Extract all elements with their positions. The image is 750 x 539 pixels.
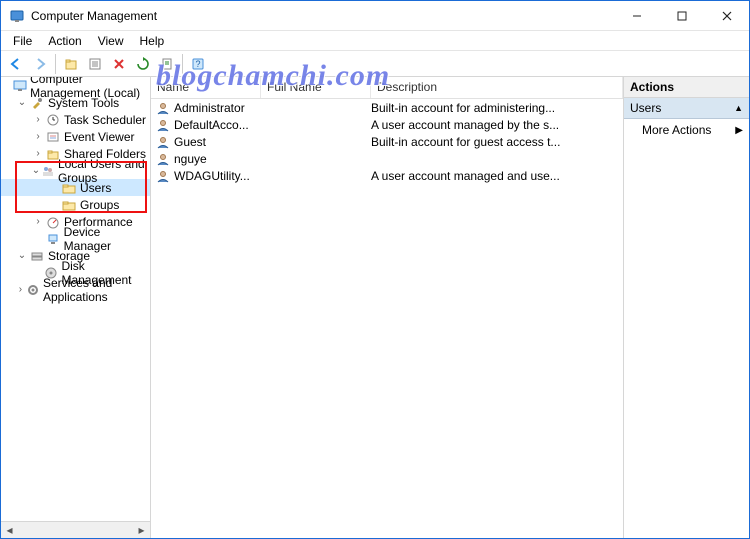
forward-button[interactable]	[29, 53, 51, 75]
user-name: WDAGUtility...	[174, 169, 250, 183]
menu-view[interactable]: View	[90, 32, 132, 50]
minimize-button[interactable]	[614, 1, 659, 31]
window-title: Computer Management	[31, 9, 614, 23]
device-icon	[45, 231, 61, 247]
app-icon	[9, 8, 25, 24]
user-description: Built-in account for administering...	[371, 101, 623, 115]
scroll-right-button[interactable]: ▸	[133, 523, 150, 538]
user-icon	[155, 134, 171, 150]
users-groups-icon	[41, 163, 55, 179]
up-button[interactable]	[60, 53, 82, 75]
storage-icon	[29, 248, 45, 264]
event-icon	[45, 129, 61, 145]
column-name[interactable]: Name	[151, 77, 261, 98]
actions-pane: Actions Users ▲ More Actions ▶	[624, 77, 749, 538]
folder-icon	[61, 197, 77, 213]
user-name: nguye	[174, 152, 207, 166]
user-name: Administrator	[174, 101, 245, 115]
tree-local-users-groups[interactable]: ⌄ Local Users and Groups	[1, 162, 150, 179]
help-button[interactable]: ?	[187, 53, 209, 75]
tree-task-scheduler[interactable]: › Task Scheduler	[1, 111, 150, 128]
chevron-right-icon[interactable]: ›	[31, 114, 45, 125]
delete-button[interactable]	[108, 53, 130, 75]
svg-text:?: ?	[195, 59, 200, 69]
column-description[interactable]: Description	[371, 77, 623, 98]
list-header: Name Full Name Description	[151, 77, 623, 99]
folder-icon	[61, 180, 77, 196]
collapse-up-icon: ▲	[734, 103, 743, 113]
actions-scope-label: Users	[630, 101, 661, 115]
user-name: Guest	[174, 135, 206, 149]
properties-button[interactable]	[84, 53, 106, 75]
toolbar: ?	[1, 51, 749, 77]
tree-root[interactable]: Computer Management (Local)	[1, 77, 150, 94]
chevron-right-icon: ▶	[735, 125, 743, 136]
scroll-left-button[interactable]: ◂	[1, 523, 18, 538]
user-row[interactable]: nguye	[151, 150, 623, 167]
performance-icon	[45, 214, 61, 230]
user-row[interactable]: Guest Built-in account for guest access t…	[151, 133, 623, 150]
tree-pane: Computer Management (Local) ⌄ System Too…	[1, 77, 151, 538]
export-button[interactable]	[156, 53, 178, 75]
tree-device-manager[interactable]: Device Manager	[1, 230, 150, 247]
actions-scope[interactable]: Users ▲	[624, 98, 749, 119]
list-pane: Name Full Name Description Administrator…	[151, 77, 624, 538]
chevron-right-icon[interactable]: ›	[31, 216, 45, 227]
clock-icon	[45, 112, 61, 128]
chevron-down-icon[interactable]: ⌄	[15, 250, 29, 261]
user-icon	[155, 100, 171, 116]
menu-bar: File Action View Help	[1, 31, 749, 51]
close-button[interactable]	[704, 1, 749, 31]
actions-header: Actions	[624, 77, 749, 98]
user-icon	[155, 117, 171, 133]
user-row[interactable]: DefaultAcco... A user account managed by …	[151, 116, 623, 133]
maximize-button[interactable]	[659, 1, 704, 31]
user-name: DefaultAcco...	[174, 118, 249, 132]
user-row[interactable]: Administrator Built-in account for admini…	[151, 99, 623, 116]
chevron-right-icon[interactable]: ›	[31, 131, 45, 142]
user-row[interactable]: WDAGUtility... A user account managed and…	[151, 167, 623, 184]
chevron-down-icon[interactable]: ⌄	[31, 165, 41, 176]
user-icon	[155, 151, 171, 167]
user-icon	[155, 168, 171, 184]
menu-help[interactable]: Help	[132, 32, 173, 50]
toolbar-separator	[182, 54, 183, 74]
horizontal-scrollbar[interactable]: ◂ ▸	[1, 521, 150, 538]
toolbar-separator	[55, 54, 56, 74]
tools-icon	[29, 95, 45, 111]
chevron-right-icon[interactable]: ›	[15, 284, 26, 295]
chevron-right-icon[interactable]: ›	[31, 148, 45, 159]
menu-file[interactable]: File	[5, 32, 40, 50]
refresh-button[interactable]	[132, 53, 154, 75]
actions-more[interactable]: More Actions ▶	[624, 119, 749, 141]
back-button[interactable]	[5, 53, 27, 75]
chevron-down-icon[interactable]: ⌄	[15, 97, 29, 108]
menu-action[interactable]: Action	[40, 32, 89, 50]
user-description: A user account managed by the s...	[371, 118, 623, 132]
services-icon	[26, 282, 40, 298]
tree-event-viewer[interactable]: › Event Viewer	[1, 128, 150, 145]
computer-icon	[13, 78, 27, 94]
tree-services-apps[interactable]: › Services and Applications	[1, 281, 150, 298]
actions-more-label: More Actions	[642, 123, 711, 137]
user-description: Built-in account for guest access t...	[371, 135, 623, 149]
user-list: Administrator Built-in account for admini…	[151, 99, 623, 538]
tree-groups[interactable]: Groups	[1, 196, 150, 213]
column-full-name[interactable]: Full Name	[261, 77, 371, 98]
user-description: A user account managed and use...	[371, 169, 623, 183]
